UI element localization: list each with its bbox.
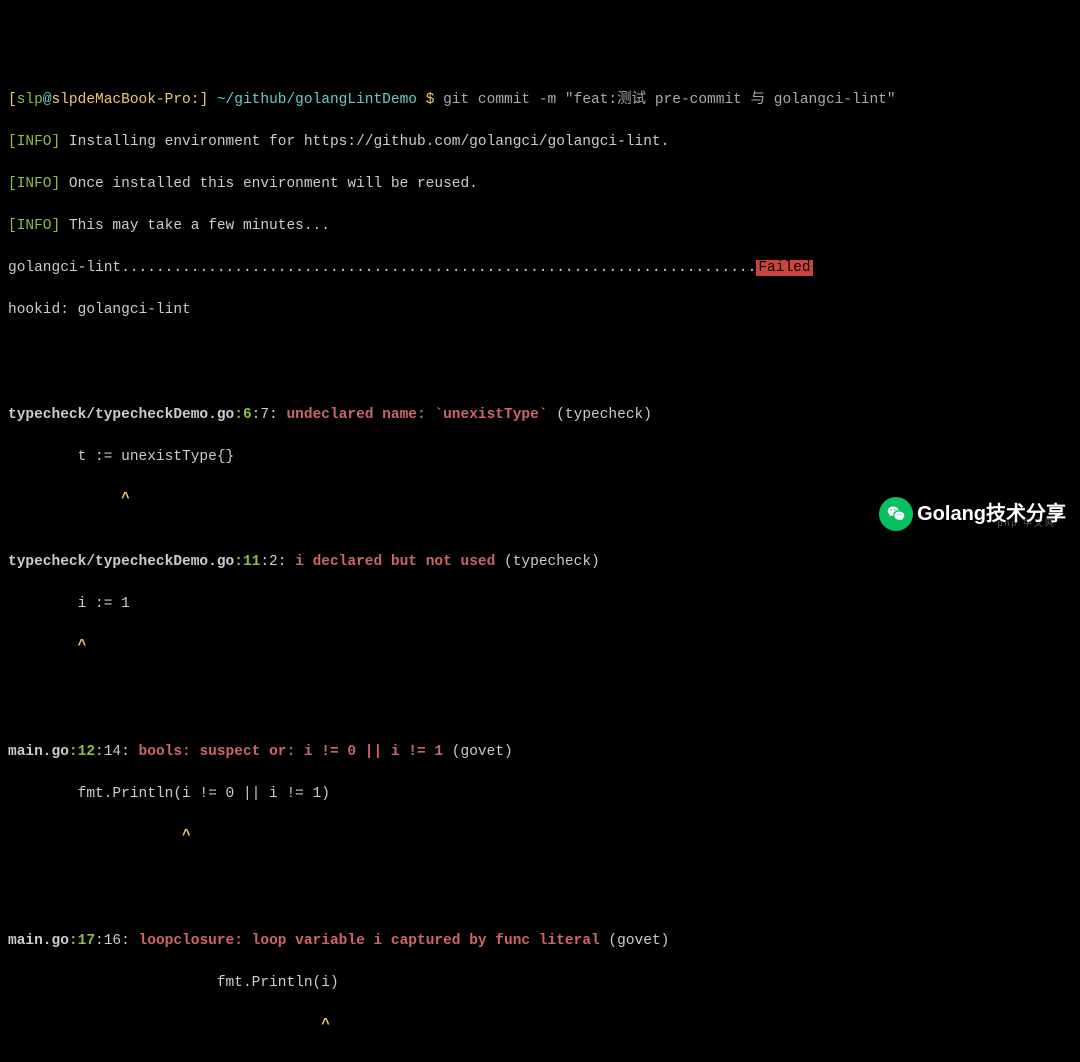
error-4-header: main.go:17:16: loopclosure: loop variabl… — [8, 931, 1072, 952]
error-line-no: :11 — [234, 554, 260, 570]
prompt-cwd: ~/github/golangLintDemo — [208, 92, 426, 108]
error-1-header: typecheck/typecheckDemo.go:6:7: undeclar… — [8, 405, 1072, 426]
error-checker: (govet) — [443, 744, 513, 760]
error-checker: (govet) — [600, 933, 670, 949]
error-msg: loopclosure: loop variable i captured by… — [130, 933, 600, 949]
prompt-line[interactable]: [slp@slpdeMacBook-Pro:] ~/github/golangL… — [8, 90, 1072, 111]
error-2-header: typecheck/typecheckDemo.go:11:2: i decla… — [8, 552, 1072, 573]
command-text: git commit -m "feat:测试 pre-commit 与 gola… — [434, 92, 895, 108]
info-tag: [INFO] — [8, 218, 60, 234]
info-msg: This may take a few minutes... — [60, 218, 330, 234]
info-tag: [INFO] — [8, 176, 60, 192]
failed-badge: Failed — [756, 260, 812, 276]
info-line-1: [INFO] Installing environment for https:… — [8, 132, 1072, 153]
hook-id-line: hookid: golangci-lint — [8, 300, 1072, 321]
error-line-no: :12 — [69, 744, 95, 760]
error-1-code: t := unexistType{} — [8, 447, 1072, 468]
error-file: main.go — [8, 744, 69, 760]
info-tag: [INFO] — [8, 134, 60, 150]
error-3-header: main.go:12:14: bools: suspect or: i != 0… — [8, 742, 1072, 763]
error-file: typecheck/typecheckDemo.go — [8, 554, 234, 570]
php-watermark: php 中文网 — [997, 517, 1056, 530]
error-col: :7: — [252, 407, 278, 423]
prompt-at: @ — [43, 92, 52, 108]
error-checker: (typecheck) — [548, 407, 652, 423]
info-line-2: [INFO] Once installed this environment w… — [8, 174, 1072, 195]
error-line-no: :6 — [234, 407, 251, 423]
error-2-caret: ^ — [8, 636, 1072, 657]
prompt-host: slpdeMacBook-Pro: — [52, 92, 200, 108]
prompt-user: slp — [17, 92, 43, 108]
error-3-code: fmt.Println(i != 0 || i != 1) — [8, 784, 1072, 805]
hook-name: golangci-lint — [8, 260, 121, 276]
error-2-code: i := 1 — [8, 594, 1072, 615]
error-checker: (typecheck) — [495, 554, 599, 570]
error-4-code: fmt.Println(i) — [8, 973, 1072, 994]
info-msg: Once installed this environment will be … — [60, 176, 478, 192]
error-file: typecheck/typecheckDemo.go — [8, 407, 234, 423]
hook-status-line: golangci-lint...........................… — [8, 258, 1072, 279]
hook-dots: ........................................… — [121, 260, 756, 276]
error-msg: undeclared name: `unexistType` — [278, 407, 548, 423]
error-4-caret: ^ — [8, 1015, 1072, 1036]
error-col: :14: — [95, 744, 130, 760]
error-col: :16: — [95, 933, 130, 949]
error-col: :2: — [260, 554, 286, 570]
error-line-no: :17 — [69, 933, 95, 949]
blank-line — [8, 868, 1072, 889]
blank-line — [8, 342, 1072, 363]
bracket-close: ] — [199, 92, 208, 108]
error-file: main.go — [8, 933, 69, 949]
error-msg: bools: suspect or: i != 0 || i != 1 — [130, 744, 443, 760]
bracket-open: [ — [8, 92, 17, 108]
blank-line — [8, 679, 1072, 700]
wechat-icon — [879, 497, 913, 531]
info-msg: Installing environment for https://githu… — [60, 134, 669, 150]
error-msg: i declared but not used — [286, 554, 495, 570]
blank-line — [8, 1057, 1072, 1062]
error-3-caret: ^ — [8, 826, 1072, 847]
info-line-3: [INFO] This may take a few minutes... — [8, 216, 1072, 237]
